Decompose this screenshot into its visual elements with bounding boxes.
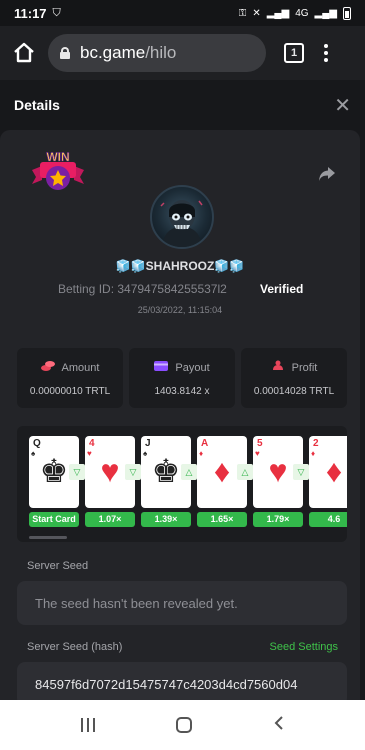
seed-settings-link[interactable]: Seed Settings — [270, 641, 339, 653]
playing-card: 4 ♥ ♥ ▽ — [85, 436, 141, 508]
direction-icon: △ — [237, 464, 253, 480]
bet-date: 25/03/2022, 11:15:04 — [137, 305, 223, 315]
betting-id: Betting ID: 347947584255537l2 — [58, 282, 227, 296]
url-domain: bc.game — [80, 43, 146, 62]
share-icon[interactable] — [318, 166, 336, 187]
payout-label: Payout — [175, 361, 210, 374]
win-badge-icon: WIN — [28, 148, 88, 196]
direction-icon: ▽ — [69, 464, 85, 480]
multiplier-badge: 4.6 — [309, 512, 347, 527]
profit-stat: Profit 0.00014028 TRTL — [241, 348, 347, 408]
profit-value: 0.00014028 TRTL — [253, 386, 335, 397]
signal-icon: ▂▄▆ — [266, 7, 290, 19]
back-icon[interactable] — [273, 715, 285, 736]
status-icons: ⚿ ✕ ▂▄▆ 4G ▂▄▆ — [238, 6, 351, 20]
browser-toolbar: bc.game/hilo 1 — [0, 26, 365, 80]
playing-card: A ♦ ♦ △ — [197, 436, 253, 508]
profit-label: Profit — [291, 361, 318, 374]
url-path: /hilo — [145, 43, 177, 62]
coins-icon — [40, 360, 55, 375]
server-seed-field: The seed hasn't been revealed yet. — [17, 581, 347, 625]
home-icon[interactable] — [10, 39, 38, 67]
network-type: 4G — [295, 7, 309, 19]
signal-icon-2: ▂▄▆ — [314, 7, 337, 19]
direction-icon: △ — [181, 464, 197, 480]
amount-label: Amount — [61, 361, 100, 374]
card-rank: 4 — [89, 438, 95, 449]
cards-strip[interactable]: Q ♠ ♚ ▽ Start Card 4 ♥ ♥ ▽ 1.07× J ♠ ♚ △ 1.39× A ♦ ♦ △ 1.65… — [17, 426, 347, 542]
status-time: 11:17 — [14, 5, 47, 21]
amount-value: 0.00000010 TRTL — [29, 386, 111, 397]
playing-card: Q ♠ ♚ ▽ — [29, 436, 85, 508]
amount-stat: Amount 0.00000010 TRTL — [17, 348, 123, 408]
multiplier-badge: 1.39× — [141, 512, 191, 527]
cards-scrollbar[interactable] — [29, 536, 67, 539]
server-seed-label: Server Seed — [27, 560, 89, 572]
card-rank: 5 — [257, 438, 263, 449]
home-nav-icon[interactable] — [175, 717, 192, 733]
more-menu-icon[interactable] — [324, 44, 328, 62]
mute-icon: ✕ — [252, 7, 261, 19]
card-rank: 2 — [313, 438, 319, 449]
details-panel: WIN 🧊🧊SHAHROOZ🧊🧊 Betting ID: 34794758425… — [0, 130, 360, 706]
payout-stat: Payout 1403.8142 x — [129, 348, 235, 408]
lock-icon — [60, 47, 70, 59]
shield-icon: ⛉ — [52, 6, 61, 19]
key-icon: ⚿ — [238, 7, 247, 19]
recents-icon[interactable] — [80, 718, 95, 732]
close-icon[interactable]: ✕ — [334, 93, 351, 118]
profit-icon — [271, 360, 285, 375]
card-rank: A — [201, 438, 209, 449]
status-bar: 11:17 ⛉ ⚿ ✕ ▂▄▆ 4G ▂▄▆ — [0, 0, 365, 26]
svg-text:WIN: WIN — [46, 150, 69, 164]
battery-icon — [343, 6, 351, 20]
playing-card: J ♠ ♚ △ — [141, 436, 197, 508]
avatar — [150, 185, 214, 249]
tab-switcher-button[interactable]: 1 — [284, 43, 304, 63]
payout-value: 1403.8142 x — [154, 386, 210, 397]
details-header: Details ✕ — [0, 80, 365, 130]
card-rank: J — [145, 438, 151, 449]
multiplier-badge: Start Card — [29, 512, 79, 527]
card-face-icon: ♦ — [325, 453, 343, 489]
system-nav-bar — [0, 700, 365, 750]
verified-badge: Verified — [260, 282, 304, 296]
card-rank: Q — [33, 438, 41, 449]
multiplier-badge: 1.07× — [85, 512, 135, 527]
page-title: Details — [14, 97, 60, 113]
username: 🧊🧊SHAHROOZ🧊🧊 — [115, 259, 245, 273]
server-seed-hash-label: Server Seed (hash) — [27, 641, 123, 653]
wallet-icon — [154, 360, 169, 375]
playing-card: 2♦♦▽ — [309, 436, 347, 508]
playing-card: 5 ♥ ♥ ▽ — [253, 436, 309, 508]
multiplier-badge: 1.79× — [253, 512, 303, 527]
address-bar[interactable]: bc.game/hilo — [48, 34, 266, 72]
direction-icon: ▽ — [125, 464, 141, 480]
direction-icon: ▽ — [293, 464, 309, 480]
multiplier-badge: 1.65× — [197, 512, 247, 527]
